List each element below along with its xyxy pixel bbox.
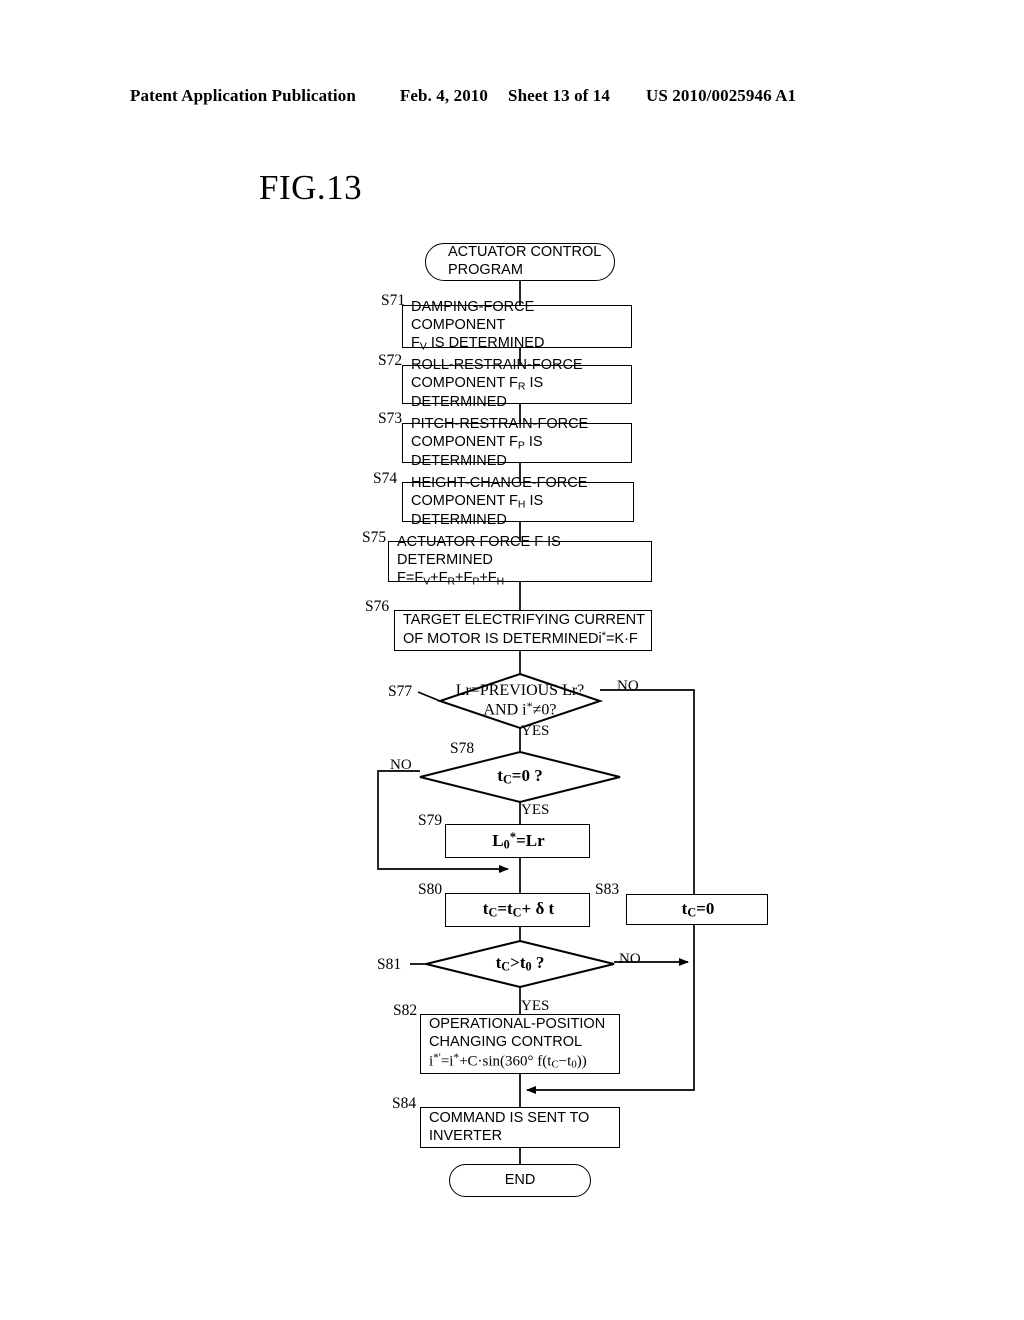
s74-line1: HEIGHT-CHANGE-FORCE <box>411 474 588 491</box>
decision-diamond-s78: tC=0 ? <box>420 752 620 802</box>
decision-diamond-s77: Lr=PREVIOUS Lr? AND i*≠0? <box>440 674 600 728</box>
step-id-s82: S82 <box>393 1002 418 1019</box>
step-id-s76: S76 <box>365 598 390 615</box>
s74-line2: COMPONENT FH IS DETERMINED <box>411 492 544 528</box>
process-box-s75: ACTUATOR FORCE F IS DETERMINED F=FV+FR+F… <box>388 534 652 587</box>
step-id-s79: S79 <box>418 812 443 829</box>
step-id-s80: S80 <box>418 881 443 898</box>
s75-formula: F=FV+FR+FP+FH <box>397 569 505 587</box>
branch-label-s77-no: NO <box>617 678 639 694</box>
s73-line2: COMPONENT FP IS DETERMINED <box>411 433 543 469</box>
step-id-s75: S75 <box>362 529 387 546</box>
process-box-s71: DAMPING-FORCE COMPONENT FV IS DETERMINED <box>402 299 632 352</box>
step-id-s81: S81 <box>377 956 402 973</box>
step-id-s74: S74 <box>373 470 398 487</box>
branch-label-s78-no: NO <box>390 757 412 773</box>
s73-line1: PITCH-RESTRAIN-FORCE <box>411 415 589 432</box>
s71-line2: FV IS DETERMINED <box>411 334 545 352</box>
s79-formula: L0*=Lr <box>492 829 545 852</box>
branch-label-s81-yes: YES <box>521 998 550 1014</box>
step-id-s78: S78 <box>450 740 475 757</box>
s76-line2: OF MOTOR IS DETERMINEDi*=K·F <box>403 629 638 648</box>
process-box-s82: OPERATIONAL-POSITION CHANGING CONTROL i*… <box>420 1014 620 1074</box>
s77-line1: Lr=PREVIOUS Lr? <box>455 682 585 700</box>
s81-condition: tC>t0 ? <box>495 953 545 974</box>
step-id-s84: S84 <box>392 1095 417 1112</box>
branch-label-s77-yes: YES <box>521 723 550 739</box>
s76-line1: TARGET ELECTRIFYING CURRENT <box>403 612 645 629</box>
s84-line2: INVERTER <box>429 1127 503 1144</box>
s80-formula: tC=tC+ δ t <box>482 899 555 920</box>
process-box-s72: ROLL-RESTRAIN-FORCE COMPONENT FR IS DETE… <box>402 357 632 410</box>
start-terminal: ACTUATOR CONTROL PROGRAM <box>425 243 615 281</box>
process-box-s73: PITCH-RESTRAIN-FORCE COMPONENT FP IS DET… <box>402 416 632 469</box>
process-box-s80: tC=tC+ δ t <box>445 893 590 927</box>
step-id-s73: S73 <box>378 410 403 427</box>
process-box-s76: TARGET ELECTRIFYING CURRENT OF MOTOR IS … <box>394 610 652 651</box>
end-terminal-label: END <box>504 1171 536 1188</box>
s77-line2: AND i*≠0? <box>483 699 557 719</box>
process-box-s83: tC=0 <box>626 894 768 925</box>
step-id-s72: S72 <box>378 352 403 369</box>
step-id-s83: S83 <box>595 881 620 898</box>
s82-line2: CHANGING CONTROL <box>429 1034 583 1051</box>
branch-label-s81-no: NO <box>619 951 641 967</box>
s72-line1: ROLL-RESTRAIN-FORCE <box>411 357 583 374</box>
s84-line1: COMMAND IS SENT TO <box>429 1109 590 1126</box>
step-id-s77: S77 <box>388 683 413 700</box>
decision-diamond-s81: tC>t0 ? <box>426 941 614 987</box>
process-box-s74: HEIGHT-CHANGE-FORCE COMPONENT FH IS DETE… <box>402 475 634 528</box>
start-terminal-line1: ACTUATOR CONTROL <box>448 244 602 261</box>
step-id-s71: S71 <box>381 292 406 309</box>
s71-line1: DAMPING-FORCE COMPONENT <box>411 299 535 333</box>
s72-line2: COMPONENT FR IS DETERMINED <box>411 375 544 410</box>
s75-line1: ACTUATOR FORCE F IS DETERMINED <box>397 534 561 568</box>
s83-formula: tC=0 <box>681 898 715 920</box>
end-terminal: END <box>449 1164 591 1197</box>
process-box-s84: COMMAND IS SENT TO INVERTER <box>420 1107 620 1148</box>
start-terminal-line2: PROGRAM <box>448 262 523 278</box>
s82-formula: i*'=i*+C·sin(360° f(tC−t0)) <box>429 1051 587 1071</box>
s78-condition: tC=0 ? <box>497 766 543 787</box>
process-box-s79: L0*=Lr <box>445 824 590 858</box>
s82-line1: OPERATIONAL-POSITION <box>429 1016 606 1033</box>
branch-label-s78-yes: YES <box>521 802 550 818</box>
